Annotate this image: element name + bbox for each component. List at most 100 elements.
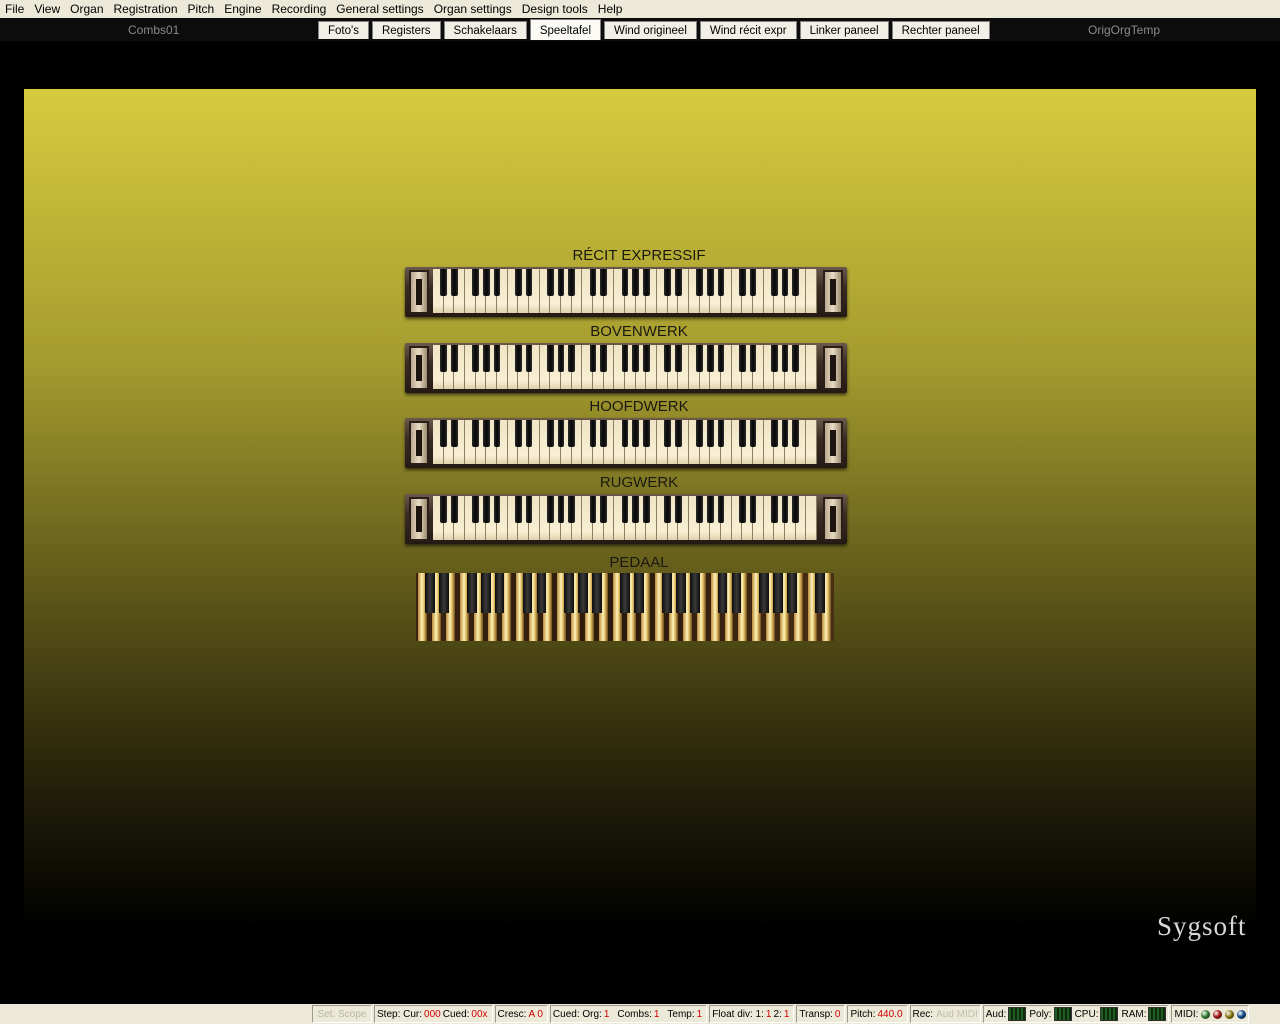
black-key[interactable]: [664, 345, 671, 372]
black-key[interactable]: [515, 496, 522, 523]
black-key[interactable]: [739, 269, 746, 296]
pedal-sharp-key[interactable]: [494, 573, 505, 613]
black-key[interactable]: [632, 269, 639, 296]
black-key[interactable]: [589, 496, 597, 523]
pedal-sharp-key[interactable]: [425, 573, 435, 613]
black-key[interactable]: [781, 269, 789, 296]
pedal-sharp-key[interactable]: [689, 573, 700, 613]
black-key[interactable]: [483, 345, 490, 372]
black-key[interactable]: [525, 345, 533, 372]
menu-organ[interactable]: Organ: [65, 2, 108, 16]
pedal-sharp-key[interactable]: [675, 573, 686, 613]
black-key[interactable]: [557, 420, 565, 447]
black-key[interactable]: [739, 420, 746, 447]
black-key[interactable]: [643, 496, 650, 523]
white-key[interactable]: [806, 496, 817, 540]
menu-pitch[interactable]: Pitch: [183, 2, 220, 16]
black-key[interactable]: [483, 269, 490, 296]
record-panel[interactable]: Rec: Aud MIDI: [909, 1005, 981, 1023]
black-key[interactable]: [696, 345, 703, 372]
tab-wind-origineel[interactable]: Wind origineel: [604, 21, 697, 39]
black-key[interactable]: [792, 269, 799, 296]
black-key[interactable]: [664, 269, 671, 296]
black-key[interactable]: [568, 345, 575, 372]
black-key[interactable]: [643, 420, 650, 447]
pedal-sharp-key[interactable]: [466, 573, 477, 613]
black-key[interactable]: [621, 420, 629, 447]
black-key[interactable]: [451, 269, 458, 296]
black-key[interactable]: [664, 420, 671, 447]
black-key[interactable]: [792, 345, 799, 372]
black-key[interactable]: [547, 420, 554, 447]
black-key[interactable]: [557, 496, 565, 523]
menu-help[interactable]: Help: [593, 2, 628, 16]
keyboard-hoofdwerk[interactable]: [433, 420, 817, 464]
tab-schakelaars[interactable]: Schakelaars: [443, 21, 527, 39]
black-key[interactable]: [739, 345, 746, 372]
pedal-sharp-key[interactable]: [787, 573, 798, 613]
pedal-sharp-key[interactable]: [592, 573, 602, 613]
pedal-sharp-key[interactable]: [536, 573, 547, 613]
black-key[interactable]: [771, 345, 778, 372]
black-key[interactable]: [600, 420, 607, 447]
black-key[interactable]: [717, 345, 725, 372]
black-key[interactable]: [781, 420, 789, 447]
menu-engine[interactable]: Engine: [219, 2, 266, 16]
pedal-sharp-key[interactable]: [438, 573, 449, 613]
black-key[interactable]: [515, 269, 522, 296]
black-key[interactable]: [589, 420, 597, 447]
menu-view[interactable]: View: [29, 2, 65, 16]
black-key[interactable]: [792, 420, 799, 447]
black-key[interactable]: [515, 345, 522, 372]
black-key[interactable]: [451, 496, 458, 523]
black-key[interactable]: [749, 496, 757, 523]
black-key[interactable]: [493, 420, 501, 447]
black-key[interactable]: [675, 420, 682, 447]
black-key[interactable]: [440, 269, 447, 296]
pedal-sharp-key[interactable]: [620, 573, 630, 613]
black-key[interactable]: [547, 496, 554, 523]
pedal-sharp-key[interactable]: [522, 573, 533, 613]
black-key[interactable]: [493, 269, 501, 296]
menu-recording[interactable]: Recording: [267, 2, 332, 16]
black-key[interactable]: [621, 496, 629, 523]
black-key[interactable]: [643, 345, 650, 372]
keyboard-recit-expressif[interactable]: [433, 269, 817, 313]
black-key[interactable]: [525, 420, 533, 447]
black-key[interactable]: [792, 496, 799, 523]
black-key[interactable]: [664, 496, 671, 523]
black-key[interactable]: [675, 345, 682, 372]
keyboard-rugwerk[interactable]: [433, 496, 817, 540]
black-key[interactable]: [600, 496, 607, 523]
black-key[interactable]: [771, 496, 778, 523]
black-key[interactable]: [440, 496, 447, 523]
black-key[interactable]: [749, 269, 757, 296]
pedal-sharp-key[interactable]: [815, 573, 825, 613]
black-key[interactable]: [600, 269, 607, 296]
black-key[interactable]: [525, 269, 533, 296]
black-key[interactable]: [717, 269, 725, 296]
black-key[interactable]: [696, 269, 703, 296]
black-key[interactable]: [621, 269, 629, 296]
menu-design-tools[interactable]: Design tools: [517, 2, 593, 16]
black-key[interactable]: [557, 345, 565, 372]
menu-general-settings[interactable]: General settings: [331, 2, 428, 16]
black-key[interactable]: [632, 496, 639, 523]
black-key[interactable]: [589, 345, 597, 372]
black-key[interactable]: [525, 496, 533, 523]
black-key[interactable]: [717, 420, 725, 447]
menu-file[interactable]: File: [0, 2, 29, 16]
black-key[interactable]: [675, 496, 682, 523]
black-key[interactable]: [515, 420, 522, 447]
black-key[interactable]: [451, 420, 458, 447]
black-key[interactable]: [749, 345, 757, 372]
black-key[interactable]: [707, 420, 714, 447]
keyboard-bovenwerk[interactable]: [433, 345, 817, 389]
black-key[interactable]: [568, 269, 575, 296]
black-key[interactable]: [472, 269, 479, 296]
black-key[interactable]: [675, 269, 682, 296]
white-key[interactable]: [806, 269, 817, 313]
black-key[interactable]: [557, 269, 565, 296]
black-key[interactable]: [749, 420, 757, 447]
set-scope-button[interactable]: Set. Scope: [312, 1005, 372, 1023]
